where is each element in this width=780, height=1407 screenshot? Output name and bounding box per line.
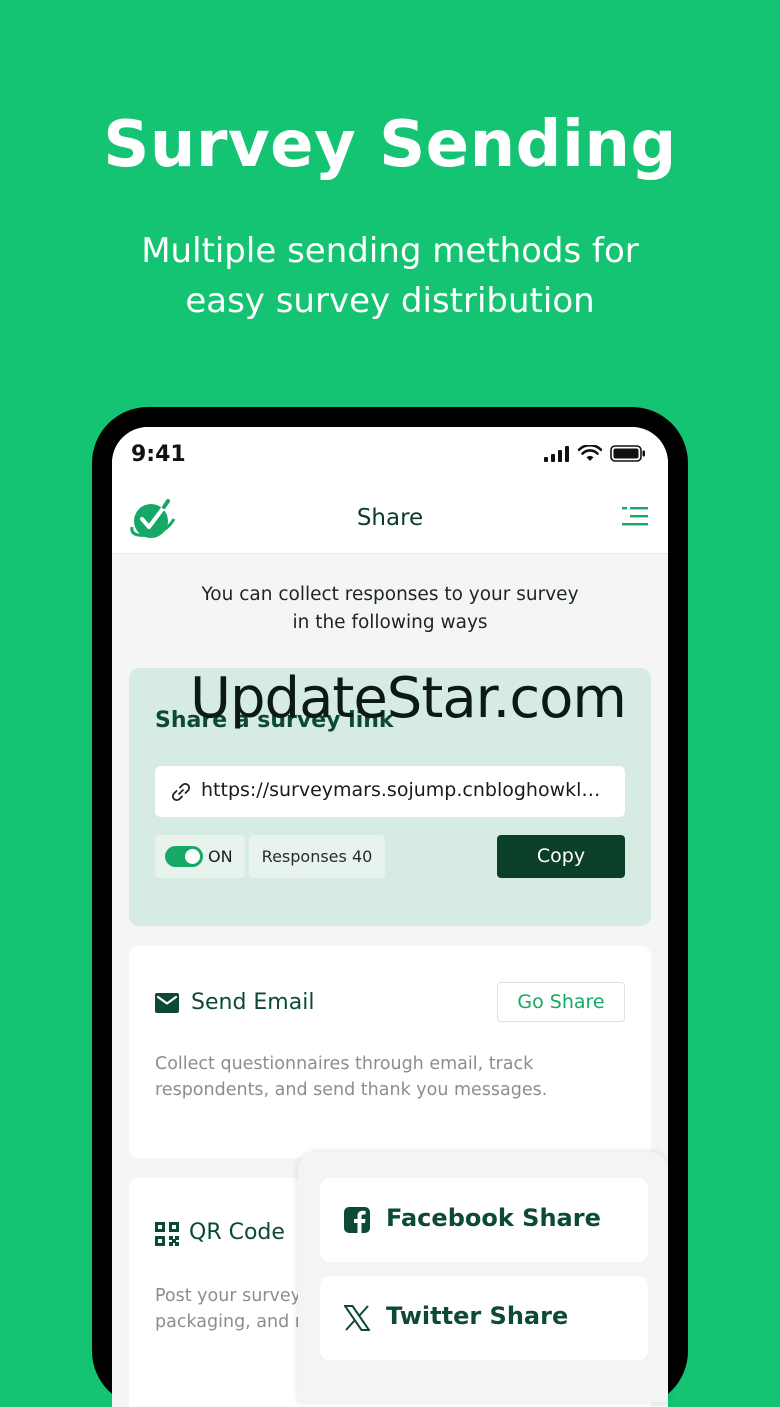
top-navbar: Share — [112, 485, 668, 554]
toggle-label: ON — [208, 847, 233, 866]
responses-count: 40 — [351, 847, 373, 866]
status-icons — [544, 445, 646, 462]
hero-subtitle: Multiple sending methods for easy survey… — [0, 226, 780, 326]
status-time: 9:41 — [131, 442, 186, 467]
toggle-switch[interactable] — [165, 846, 203, 867]
survey-link-url: https://surveymars.sojump.cnbloghowkls..… — [201, 779, 607, 801]
mail-icon — [155, 993, 179, 1013]
intro-text: You can collect responses to your survey… — [112, 581, 668, 637]
intro-line1: You can collect responses to your survey — [201, 584, 579, 605]
facebook-share-label: Facebook Share — [386, 1204, 601, 1232]
send-email-card: Send Email Go Share Collect questionnair… — [129, 946, 651, 1158]
hero-subtitle-line1: Multiple sending methods for — [141, 231, 639, 271]
twitter-share-button[interactable]: Twitter Share — [320, 1276, 648, 1360]
intro-line2: in the following ways — [292, 612, 488, 633]
qr-code-title: QR Code — [189, 1220, 285, 1245]
menu-icon[interactable] — [622, 505, 648, 527]
watermark-text: UpdateStar.com — [190, 666, 627, 731]
hero-title: Survey Sending — [103, 108, 677, 182]
x-twitter-icon — [344, 1305, 370, 1331]
facebook-icon — [344, 1207, 370, 1233]
send-email-description: Collect questionnaires through email, tr… — [155, 1054, 548, 1100]
link-icon — [171, 782, 191, 802]
toggle-knob — [185, 849, 200, 864]
copy-button[interactable]: Copy — [497, 835, 625, 878]
status-bar: 9:41 — [112, 427, 668, 485]
share-options-popover: Facebook Share Twitter Share — [298, 1152, 668, 1402]
go-share-button[interactable]: Go Share — [497, 982, 625, 1022]
twitter-share-label: Twitter Share — [386, 1302, 569, 1330]
send-email-title: Send Email — [191, 990, 315, 1015]
battery-icon — [610, 445, 645, 462]
page-title: Share — [356, 505, 424, 531]
link-toggle[interactable]: ON — [155, 835, 245, 878]
facebook-share-button[interactable]: Facebook Share — [320, 1178, 648, 1262]
responses-badge: Responses 40 — [249, 835, 385, 878]
qr-code-icon — [155, 1222, 179, 1246]
responses-label: Responses — [261, 847, 347, 866]
survey-link-field[interactable]: https://surveymars.sojump.cnbloghowkls..… — [155, 766, 625, 817]
signal-icon — [544, 445, 569, 462]
hero-subtitle-line2: easy survey distribution — [185, 281, 595, 321]
wifi-icon — [578, 445, 602, 461]
